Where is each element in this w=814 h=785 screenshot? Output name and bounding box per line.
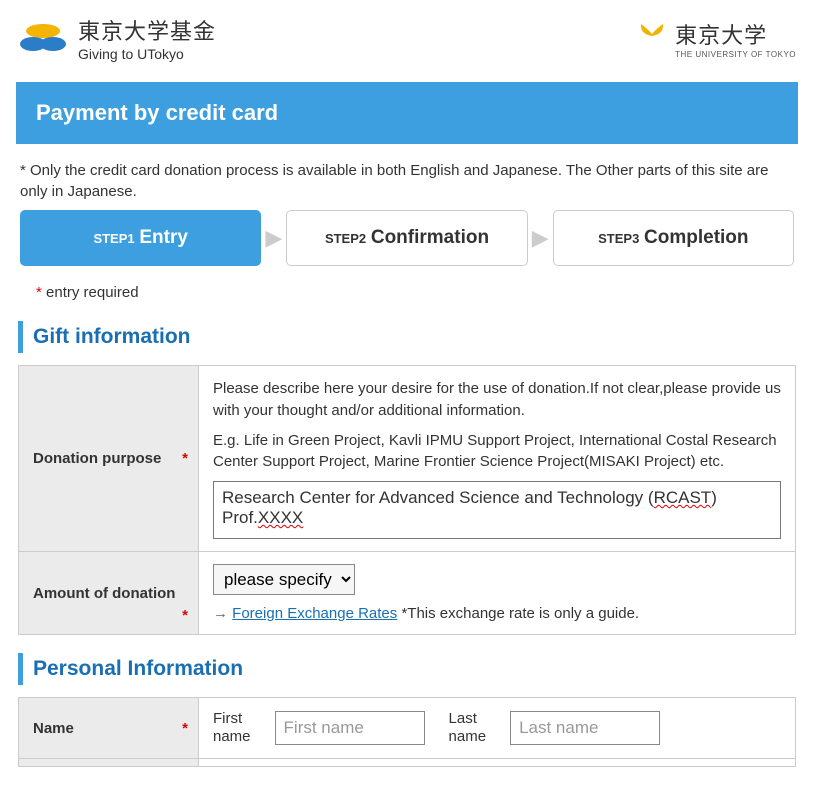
donation-purpose-input[interactable]: Research Center for Advanced Science and… xyxy=(213,481,781,539)
last-name-label: Last name xyxy=(449,710,487,746)
logo-text-en: Giving to UTokyo xyxy=(78,46,216,62)
asterisk-icon: * xyxy=(182,607,188,624)
utokyo-fund-logo-icon xyxy=(18,20,68,56)
ginkgo-leaf-icon xyxy=(637,20,667,57)
personal-form-table: Name * First name Last name xyxy=(18,697,796,767)
step-3-completion: STEP3 Completion xyxy=(553,210,794,266)
entry-required-note: * entry required xyxy=(0,280,814,315)
asterisk-icon: * xyxy=(182,450,188,467)
university-name-en: THE UNIVERSITY OF TOKYO xyxy=(675,50,796,59)
header: 東京大学基金 Giving to UTokyo 東京大学 THE UNIVERS… xyxy=(0,0,814,72)
gift-form-table: Donation purpose * Please describe here … xyxy=(18,365,796,635)
purpose-help-1: Please describe here your desire for the… xyxy=(213,378,781,422)
first-name-input[interactable] xyxy=(275,711,425,745)
name-label: Name * xyxy=(19,698,199,759)
first-name-label: First name xyxy=(213,710,251,746)
step-2-confirmation: STEP2 Confirmation xyxy=(286,210,527,266)
language-note: * Only the credit card donation process … xyxy=(0,144,814,210)
logo-text-jp: 東京大学基金 xyxy=(78,14,216,46)
university-name-jp: 東京大学 xyxy=(675,18,796,50)
donation-purpose-label: Donation purpose * xyxy=(19,366,199,552)
exchange-line: → Foreign Exchange Rates *This exchange … xyxy=(213,605,781,622)
chevron-right-icon: ▶ xyxy=(532,225,549,251)
purpose-help-2: E.g. Life in Green Project, Kavli IPMU S… xyxy=(213,430,781,474)
amount-select[interactable]: please specify xyxy=(213,564,355,595)
page-title: Payment by credit card xyxy=(36,100,778,126)
page-title-bar: Payment by credit card xyxy=(16,82,798,144)
logo-right: 東京大学 THE UNIVERSITY OF TOKYO xyxy=(637,18,796,59)
step-1-entry: STEP1 Entry xyxy=(20,210,261,266)
arrow-right-icon: → xyxy=(213,605,228,622)
step-indicator: STEP1 Entry ▶ STEP2 Confirmation ▶ STEP3… xyxy=(0,210,814,280)
chevron-right-icon: ▶ xyxy=(265,225,282,251)
section-header-personal: Personal Information xyxy=(18,653,796,685)
amount-label: Amount of donation * xyxy=(19,552,199,635)
asterisk-icon: * xyxy=(182,720,188,737)
last-name-input[interactable] xyxy=(510,711,660,745)
logo-left: 東京大学基金 Giving to UTokyo xyxy=(18,14,216,62)
foreign-exchange-link[interactable]: Foreign Exchange Rates xyxy=(232,605,397,622)
section-header-gift: Gift information xyxy=(18,321,796,353)
